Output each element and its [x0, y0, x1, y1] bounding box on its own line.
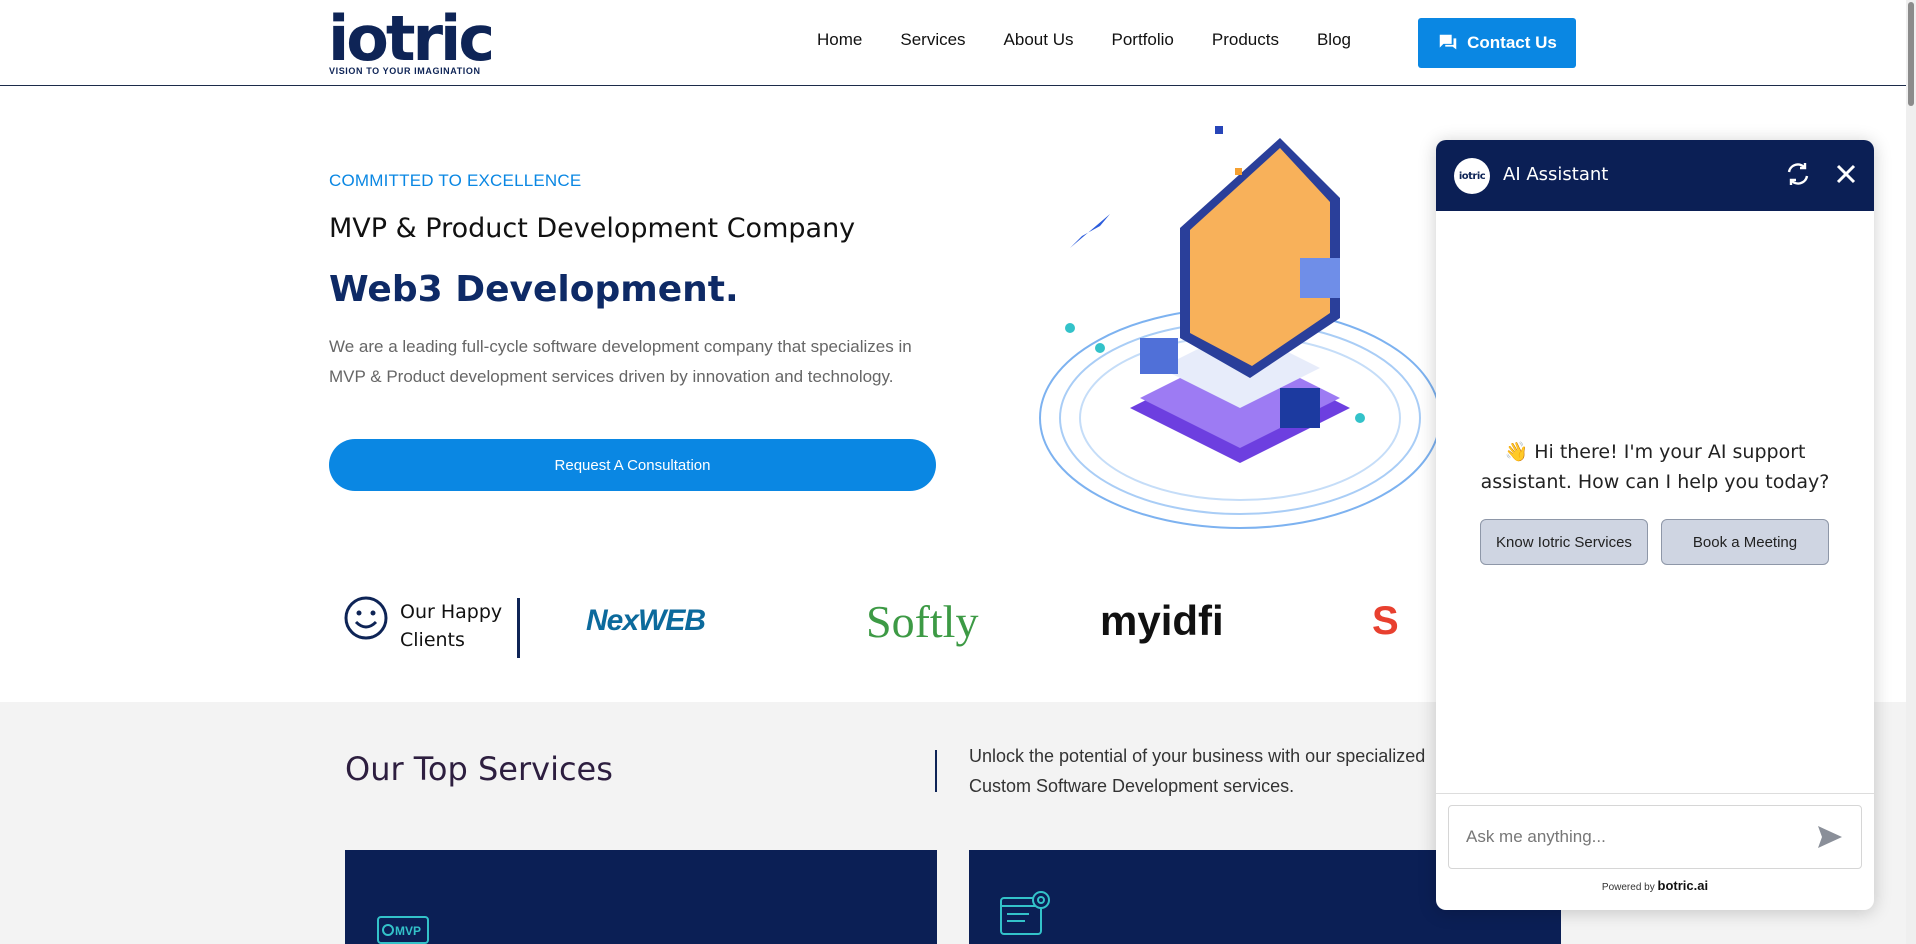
logo-wordmark: iotric: [328, 2, 495, 75]
page-scrollbar-thumb[interactable]: [1908, 2, 1914, 106]
refresh-icon[interactable]: [1784, 160, 1812, 188]
hero-heading: MVP & Product Development Company: [329, 213, 856, 244]
svg-text:MVP: MVP: [395, 924, 421, 938]
contact-us-button[interactable]: Contact Us: [1418, 18, 1576, 68]
chat-message-input[interactable]: [1448, 805, 1862, 869]
chat-bubbles-icon: [1439, 34, 1457, 50]
hero-description: We are a leading full-cycle software dev…: [329, 337, 912, 386]
page-scrollbar-track[interactable]: [1906, 0, 1916, 944]
iotric-logo[interactable]: iotric VISION TO YOUR IMAGINATION: [328, 6, 498, 78]
site-header: iotric VISION TO YOUR IMAGINATION Home S…: [0, 0, 1906, 86]
close-icon[interactable]: [1832, 160, 1860, 188]
services-description: Unlock the potential of your business wi…: [969, 746, 1426, 796]
nav-blog[interactable]: Blog: [1317, 30, 1351, 50]
chat-header: iotric AI Assistant: [1436, 140, 1874, 211]
nav-home[interactable]: Home: [817, 30, 862, 50]
powered-by-footer: Powered by botric.ai: [1436, 878, 1874, 893]
smiley-icon: [344, 596, 388, 640]
nav-about-us[interactable]: About Us: [1004, 30, 1074, 50]
client-logo-myidfi: myidfi: [1100, 597, 1224, 644]
quick-reply-book-meeting[interactable]: Book a Meeting: [1661, 519, 1829, 565]
nav-products[interactable]: Products: [1212, 30, 1279, 50]
chat-divider: [1436, 793, 1874, 794]
contact-us-label: Contact Us: [1467, 33, 1557, 52]
isometric-laptop-illustration: [1039, 126, 1440, 529]
hero-subheading: Web3 Development.: [329, 269, 739, 310]
powered-by-label: Powered by: [1601, 882, 1655, 893]
client-logo-s: S: [1372, 598, 1399, 643]
service-card-mvp[interactable]: MVP: [345, 850, 937, 944]
chat-avatar: iotric: [1454, 158, 1490, 194]
hero-eyebrow: COMMITTED TO EXCELLENCE: [329, 171, 582, 190]
nav-portfolio[interactable]: Portfolio: [1111, 30, 1173, 50]
ai-assistant-chat-widget: iotric AI Assistant 👋 Hi there! I'm your…: [1436, 140, 1874, 910]
chat-title: AI Assistant: [1503, 164, 1609, 185]
browser-gear-icon: [1000, 891, 1050, 935]
services-title: Our Top Services: [345, 750, 613, 788]
clients-divider: [517, 598, 520, 658]
chat-greeting-message: 👋 Hi there! I'm your AI support assistan…: [1480, 441, 1830, 493]
mvp-gear-icon: MVP: [377, 916, 429, 944]
logo-tagline: VISION TO YOUR IMAGINATION: [329, 66, 481, 76]
nav-services[interactable]: Services: [900, 30, 965, 50]
happy-clients-label: Our Happy Clients: [400, 601, 503, 651]
quick-replies: Know Iotric Services Book a Meeting: [1480, 519, 1829, 565]
quick-reply-know-services[interactable]: Know Iotric Services: [1480, 519, 1648, 565]
client-logo-nexweb: NexWEB: [586, 604, 706, 637]
send-icon[interactable]: [1816, 824, 1844, 850]
request-consultation-button[interactable]: Request A Consultation: [329, 439, 936, 491]
main-nav: Home Services About Us Portfolio Product…: [817, 30, 1351, 50]
botric-brand-link[interactable]: botric.ai: [1658, 878, 1709, 893]
services-divider: [935, 750, 937, 792]
happy-clients-strip: Our Happy Clients NexWEB Softly myidfi S: [344, 594, 1436, 658]
client-logo-softly: Softly: [866, 595, 979, 647]
